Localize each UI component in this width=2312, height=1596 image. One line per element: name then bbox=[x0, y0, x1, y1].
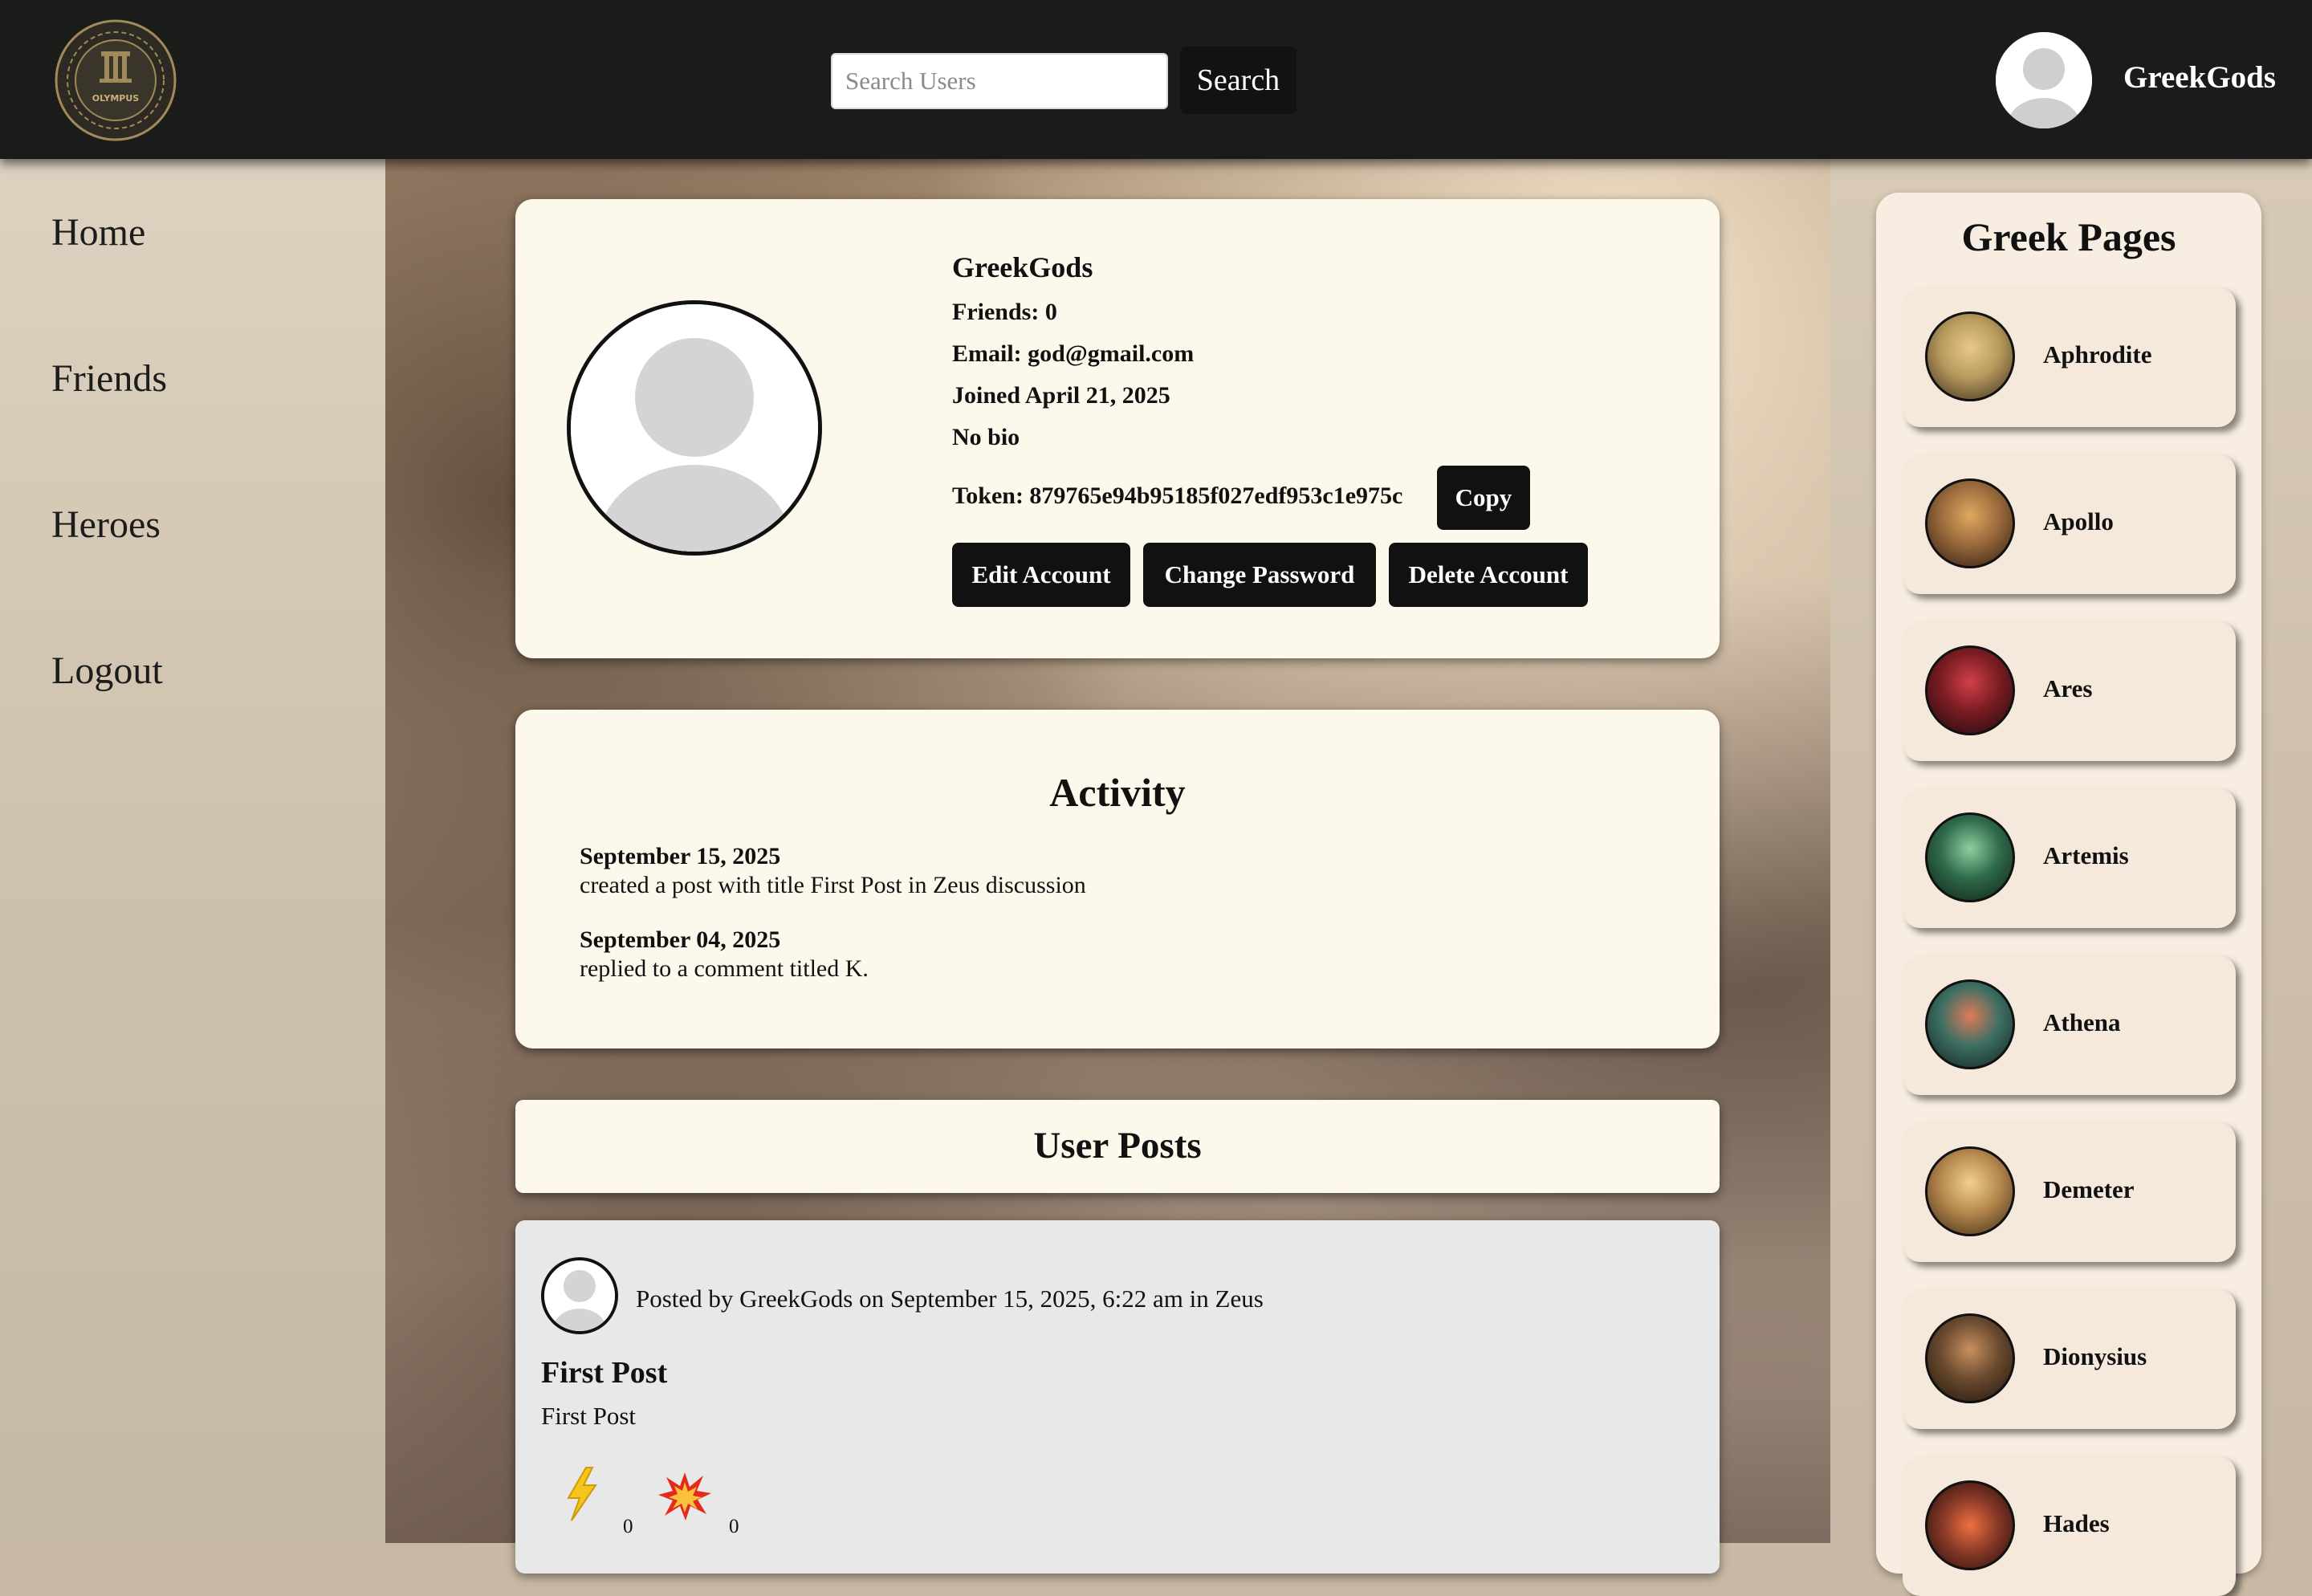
activity-date: September 15, 2025 bbox=[580, 843, 781, 869]
svg-text:OLYMPUS: OLYMPUS bbox=[92, 93, 140, 104]
header-avatar[interactable] bbox=[1996, 32, 2092, 128]
greek-page-name: Dionysius bbox=[2043, 1342, 2147, 1370]
activity-title: Activity bbox=[1049, 770, 1186, 815]
activity-description: created a post with title First Post in … bbox=[580, 872, 1086, 898]
post-author-avatar[interactable] bbox=[541, 1257, 618, 1334]
post-meta: Posted by GreekGods on September 15, 202… bbox=[636, 1285, 1264, 1313]
profile-token: Token: 879765e94b95185f027edf953c1e975c bbox=[952, 482, 1403, 509]
delete-account-button[interactable]: Delete Account bbox=[1389, 543, 1588, 607]
nav-home[interactable]: Home bbox=[51, 210, 145, 254]
search-button[interactable]: Search bbox=[1180, 47, 1296, 114]
top-navbar: OLYMPUS Search GreekGods bbox=[0, 0, 2312, 159]
greek-page-name: Hades bbox=[2043, 1509, 2110, 1537]
greek-page-apollo[interactable]: Apollo bbox=[1903, 454, 2236, 594]
greek-page-name: Demeter bbox=[2043, 1175, 2135, 1203]
header-username[interactable]: GreekGods bbox=[2123, 59, 2276, 96]
profile-avatar bbox=[567, 300, 822, 556]
profile-email: Email: god@gmail.com bbox=[952, 340, 1195, 367]
explosion-count: 0 bbox=[729, 1516, 739, 1537]
post-title[interactable]: First Post bbox=[541, 1355, 667, 1390]
greek-page-name: Ares bbox=[2043, 674, 2093, 702]
lightning-count: 0 bbox=[623, 1516, 633, 1537]
user-silhouette-icon bbox=[544, 1260, 615, 1331]
greek-page-demeter[interactable]: Demeter bbox=[1903, 1122, 2236, 1262]
ares-avatar bbox=[1925, 645, 2015, 735]
edit-account-button[interactable]: Edit Account bbox=[952, 543, 1130, 607]
greek-page-dionysius[interactable]: Dionysius bbox=[1903, 1289, 2236, 1429]
user-silhouette-icon bbox=[1996, 32, 2092, 128]
user-posts-title: User Posts bbox=[1033, 1125, 1202, 1166]
apollo-avatar bbox=[1925, 478, 2015, 568]
greek-page-artemis[interactable]: Artemis bbox=[1903, 788, 2236, 928]
greek-page-name: Athena bbox=[2043, 1008, 2121, 1036]
nav-logout[interactable]: Logout bbox=[51, 649, 163, 693]
greek-page-ares[interactable]: Ares bbox=[1903, 621, 2236, 761]
search-input[interactable] bbox=[831, 53, 1168, 109]
lightning-icon[interactable] bbox=[562, 1466, 600, 1522]
profile-friends: Friends: 0 bbox=[952, 299, 1057, 325]
greek-page-name: Artemis bbox=[2043, 841, 2129, 869]
user-silhouette-icon bbox=[571, 304, 818, 552]
activity-date: September 04, 2025 bbox=[580, 926, 781, 953]
greek-page-hades[interactable]: Hades bbox=[1903, 1456, 2236, 1596]
explosion-icon[interactable] bbox=[657, 1471, 713, 1522]
activity-description: replied to a comment titled K. bbox=[580, 955, 869, 982]
profile-joined: Joined April 21, 2025 bbox=[952, 382, 1170, 409]
greek-page-aphrodite[interactable]: Aphrodite bbox=[1903, 287, 2236, 427]
artemis-avatar bbox=[1925, 812, 2015, 902]
greek-pages-title: Greek Pages bbox=[1961, 214, 2176, 259]
copy-token-button[interactable]: Copy bbox=[1437, 466, 1530, 530]
nav-heroes[interactable]: Heroes bbox=[51, 503, 161, 547]
profile-bio: No bio bbox=[952, 424, 1020, 450]
change-password-button[interactable]: Change Password bbox=[1143, 543, 1376, 607]
dionysius-avatar bbox=[1925, 1313, 2015, 1403]
profile-username: GreekGods bbox=[952, 251, 1093, 283]
post-body: First Post bbox=[541, 1402, 637, 1430]
greek-page-athena[interactable]: Athena bbox=[1903, 955, 2236, 1095]
hades-avatar bbox=[1925, 1480, 2015, 1570]
nav-friends[interactable]: Friends bbox=[51, 356, 167, 401]
aphrodite-avatar bbox=[1925, 311, 2015, 401]
athena-avatar bbox=[1925, 979, 2015, 1069]
greek-page-name: Apollo bbox=[2043, 507, 2114, 535]
demeter-avatar bbox=[1925, 1146, 2015, 1236]
greek-page-name: Aphrodite bbox=[2043, 340, 2152, 368]
olympus-logo[interactable]: OLYMPUS bbox=[55, 19, 177, 141]
